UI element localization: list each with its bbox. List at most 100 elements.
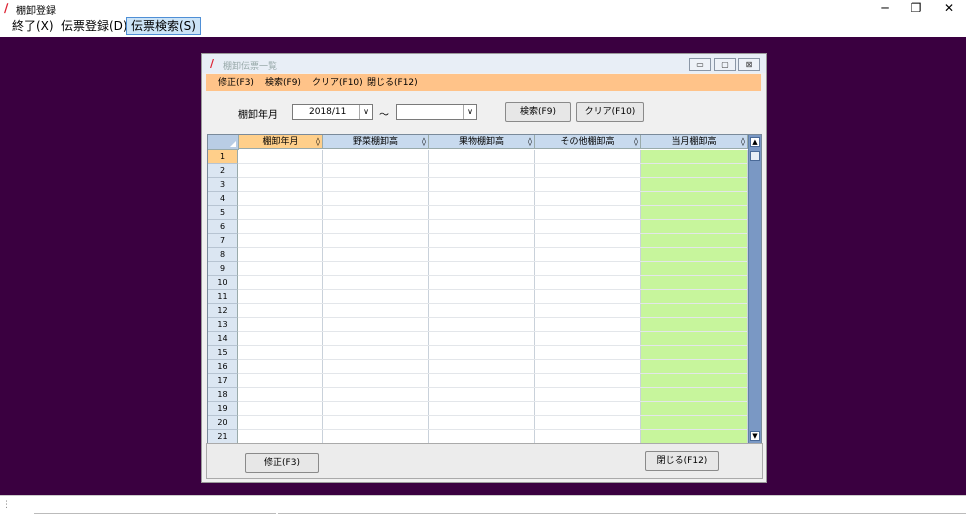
row-header[interactable]: 12 <box>208 304 238 318</box>
child-menu-search[interactable]: 検索(F9) <box>265 77 301 89</box>
grid-vertical-scrollbar[interactable]: ▲ ▼ <box>748 135 761 443</box>
status-bar: ⋮ <box>0 495 966 516</box>
child-maximize-button[interactable]: ▢ <box>714 58 736 71</box>
row-header[interactable]: 17 <box>208 374 238 388</box>
inventory-month-label: 棚卸年月 <box>238 110 278 121</box>
clear-button[interactable]: クリア(F10) <box>576 102 644 122</box>
month-from-combo[interactable]: 2018/11 ∨ <box>292 104 373 120</box>
row-header[interactable]: 13 <box>208 318 238 332</box>
row-header[interactable]: 16 <box>208 360 238 374</box>
status-panel <box>34 513 276 514</box>
sort-icon[interactable]: ◊ <box>634 135 638 149</box>
scroll-down-icon[interactable]: ▼ <box>750 431 760 441</box>
footer-panel: 修正(F3) 閉じる(F12) <box>206 443 763 479</box>
scroll-up-icon[interactable]: ▲ <box>750 137 760 147</box>
menu-exit[interactable]: 終了(X) <box>8 18 58 34</box>
row-separator <box>238 247 747 248</box>
row-header[interactable]: 4 <box>208 192 238 206</box>
scroll-thumb[interactable] <box>750 151 760 161</box>
column-fruit-stock[interactable] <box>429 150 535 443</box>
child-title: 棚卸伝票一覧 <box>223 62 278 72</box>
menu-slip-register[interactable]: 伝票登録(D) <box>57 18 132 34</box>
row-header[interactable]: 9 <box>208 262 238 276</box>
close-window-button[interactable]: 閉じる(F12) <box>645 451 719 471</box>
column-other-stock[interactable] <box>535 150 641 443</box>
row-header[interactable]: 18 <box>208 388 238 402</box>
chevron-down-icon[interactable]: ∨ <box>463 105 476 119</box>
row-separator <box>238 303 747 304</box>
inventory-grid[interactable]: 棚卸年月 ◊ 野菜棚卸高 ◊ 果物棚卸高 ◊ その他棚卸高 ◊ 当月棚卸高 ◊ 12345… <box>207 134 762 444</box>
row-separator <box>238 387 747 388</box>
column-header-other-stock[interactable]: その他棚卸高 ◊ <box>535 135 641 149</box>
row-header[interactable]: 3 <box>208 178 238 192</box>
row-separator <box>238 345 747 346</box>
app-titlebar: ∕ 棚卸登録 ─ ❐ ✕ <box>0 0 966 17</box>
row-separator <box>238 373 747 374</box>
chevron-down-icon[interactable]: ∨ <box>359 105 372 119</box>
sort-icon[interactable]: ◊ <box>528 135 532 149</box>
row-separator <box>238 275 747 276</box>
row-header[interactable]: 11 <box>208 290 238 304</box>
month-to-combo[interactable]: ∨ <box>396 104 477 120</box>
edit-button[interactable]: 修正(F3) <box>245 453 319 473</box>
app-icon: ∕ <box>4 1 9 15</box>
sort-icon[interactable]: ◊ <box>316 135 320 149</box>
inventory-list-window: ∕ 棚卸伝票一覧 ▭ ▢ ⊠ 修正(F3) 検索(F9) クリア(F10) 閉じ… <box>201 53 767 483</box>
row-separator <box>238 219 747 220</box>
column-header-vegetable-stock[interactable]: 野菜棚卸高 ◊ <box>323 135 429 149</box>
status-grip-icon: ⋮ <box>2 500 11 510</box>
row-header[interactable]: 14 <box>208 332 238 346</box>
column-month-stock[interactable] <box>641 150 748 443</box>
window-title: 棚卸登録 <box>16 6 56 17</box>
column-header-month-stock[interactable]: 当月棚卸高 ◊ <box>641 135 748 149</box>
row-separator <box>238 163 747 164</box>
column-header-fruit-stock[interactable]: 果物棚卸高 ◊ <box>429 135 535 149</box>
row-header[interactable]: 15 <box>208 346 238 360</box>
row-header[interactable]: 20 <box>208 416 238 430</box>
column-vegetable-stock[interactable] <box>323 150 429 443</box>
row-header[interactable]: 19 <box>208 402 238 416</box>
row-header[interactable]: 8 <box>208 248 238 262</box>
sort-icon[interactable]: ◊ <box>422 135 426 149</box>
close-button[interactable]: ✕ <box>934 0 964 16</box>
row-header[interactable]: 7 <box>208 234 238 248</box>
row-separator <box>238 401 747 402</box>
search-button[interactable]: 検索(F9) <box>505 102 571 122</box>
row-header[interactable]: 5 <box>208 206 238 220</box>
row-separator <box>238 177 747 178</box>
child-menubar: 修正(F3) 検索(F9) クリア(F10) 閉じる(F12) <box>206 74 761 91</box>
column-inventory-month[interactable] <box>239 150 323 443</box>
child-menu-edit[interactable]: 修正(F3) <box>218 77 254 89</box>
grid-corner[interactable] <box>208 135 239 150</box>
main-menubar: 終了(X) 伝票登録(D) 伝票検索(S) <box>0 16 966 36</box>
row-separator <box>238 261 747 262</box>
row-separator <box>238 289 747 290</box>
child-close-button[interactable]: ⊠ <box>738 58 760 71</box>
column-header-inventory-month[interactable]: 棚卸年月 ◊ <box>239 135 323 149</box>
month-from-value: 2018/11 <box>309 107 347 117</box>
row-header[interactable]: 21 <box>208 430 238 443</box>
child-app-icon: ∕ <box>210 57 215 70</box>
row-separator <box>238 233 747 234</box>
restore-button[interactable]: ❐ <box>901 0 931 16</box>
row-header[interactable]: 2 <box>208 164 238 178</box>
row-header[interactable]: 6 <box>208 220 238 234</box>
minimize-button[interactable]: ─ <box>870 0 900 16</box>
row-header[interactable]: 1 <box>208 150 238 164</box>
row-separator <box>238 331 747 332</box>
sort-icon[interactable]: ◊ <box>741 135 745 149</box>
row-separator <box>238 205 747 206</box>
row-separator <box>238 429 747 430</box>
menu-slip-search[interactable]: 伝票検索(S) <box>126 17 201 35</box>
range-tilde: ～ <box>379 110 389 121</box>
row-separator <box>238 359 747 360</box>
row-separator <box>238 317 747 318</box>
row-header[interactable]: 10 <box>208 276 238 290</box>
row-separator <box>238 191 747 192</box>
row-separator <box>238 415 747 416</box>
child-menu-close[interactable]: 閉じる(F12) <box>367 77 418 89</box>
child-titlebar: ∕ 棚卸伝票一覧 ▭ ▢ ⊠ <box>202 54 766 73</box>
status-panel <box>278 513 966 514</box>
child-minimize-button[interactable]: ▭ <box>689 58 711 71</box>
child-menu-clear[interactable]: クリア(F10) <box>312 77 363 89</box>
